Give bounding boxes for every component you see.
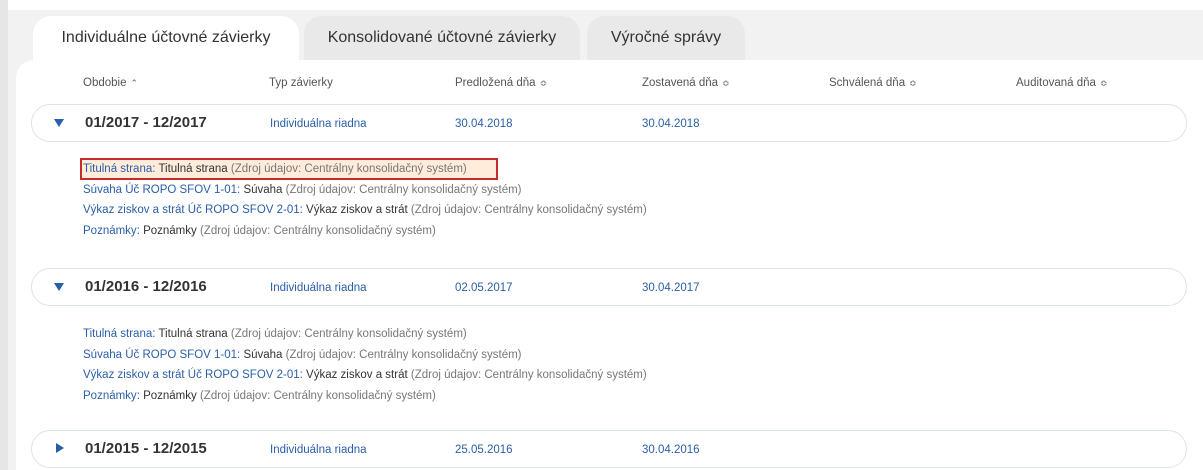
- list-item: Výkaz ziskov a strát Úč ROPO SFOV 2-01: …: [83, 365, 647, 386]
- list-item: Titulná strana: Titulná strana (Zdroj úd…: [83, 324, 647, 345]
- doc-source: (Zdroj údajov: Centrálny konsolidačný sy…: [199, 224, 436, 237]
- doc-link[interactable]: Poznámky: [83, 225, 137, 237]
- doc-name: Výkaz ziskov a strát: [306, 369, 408, 381]
- list-item: Súvaha Úč ROPO SFOV 1-01: Súvaha (Zdroj …: [83, 180, 647, 201]
- row-zostavena: 30.04.2017: [642, 282, 700, 294]
- list-item: Poznámky: Poznámky (Zdroj údajov: Centrá…: [83, 386, 647, 407]
- row-predlozena: 02.05.2017: [455, 282, 513, 294]
- table-row-2015[interactable]: 01/2015 - 12/2015 Individuálna riadna 25…: [31, 430, 1187, 468]
- doc-name: Súvaha: [243, 348, 283, 361]
- tab-vyrocne-spravy[interactable]: Výročné správy: [587, 16, 745, 60]
- list-item: Poznámky: Poznámky (Zdroj údajov: Centrá…: [83, 221, 647, 242]
- expand-arrow-down-icon[interactable]: [54, 119, 64, 127]
- doc-name: Poznámky: [143, 389, 197, 402]
- row-predlozena: 25.05.2016: [455, 444, 513, 456]
- row-period: 01/2017 - 12/2017: [85, 114, 207, 131]
- row-type: Individuálna riadna: [270, 444, 367, 456]
- doc-source: (Zdroj údajov: Centrálny konsolidačný sy…: [230, 328, 467, 340]
- doc-link[interactable]: Súvaha Úč ROPO SFOV 1-01: [83, 349, 237, 361]
- row-period: 01/2015 - 12/2015: [85, 440, 207, 457]
- tab-individualne[interactable]: Individuálne účtovné závierky: [33, 16, 299, 60]
- col-header-schvalena[interactable]: Schválená dňa ≎: [829, 77, 917, 89]
- row-zostavena: 30.04.2018: [642, 118, 700, 130]
- doc-link[interactable]: Výkaz ziskov a strát Úč ROPO SFOV 2-01: [83, 204, 300, 216]
- doc-name: Titulná strana: [158, 328, 228, 340]
- list-item: Súvaha Úč ROPO SFOV 1-01: Súvaha (Zdroj …: [83, 345, 647, 366]
- doc-link[interactable]: Titulná strana: [83, 328, 152, 340]
- doc-source: (Zdroj údajov: Centrálny konsolidačný sy…: [230, 163, 467, 175]
- doc-source: (Zdroj údajov: Centrálny konsolidačný sy…: [285, 348, 522, 361]
- tab-konsolidovane[interactable]: Konsolidované účtovné závierky: [304, 16, 580, 60]
- col-header-schvalena-label: Schválená dňa: [829, 77, 906, 89]
- doc-name: Poznámky: [143, 224, 197, 237]
- sort-icon: ≎: [909, 78, 917, 88]
- col-header-zostavena[interactable]: Zostavená dňa ≎: [642, 77, 730, 89]
- table-row-2016[interactable]: 01/2016 - 12/2016 Individuálna riadna 02…: [31, 268, 1187, 306]
- col-header-obdobie-label: Obdobie: [83, 77, 127, 89]
- row-type: Individuálna riadna: [270, 118, 367, 130]
- col-header-zostavena-label: Zostavená dňa: [642, 77, 719, 89]
- doc-list-2017: Titulná strana: Titulná strana (Zdroj úd…: [83, 159, 647, 241]
- list-item: Titulná strana: Titulná strana (Zdroj úd…: [83, 159, 647, 180]
- col-header-predlozena-label: Predložená dňa: [455, 77, 536, 89]
- sort-icon: ≎: [539, 78, 548, 88]
- row-zostavena: 30.04.2016: [642, 444, 700, 456]
- col-header-typ: Typ závierky: [269, 77, 333, 89]
- doc-source: (Zdroj údajov: Centrálny konsolidačný sy…: [410, 369, 647, 381]
- sort-icon: ≎: [1099, 78, 1108, 88]
- left-edge: [0, 0, 8, 470]
- row-predlozena: 30.04.2018: [455, 118, 513, 130]
- col-header-auditovana-label: Auditovaná dňa: [1016, 77, 1096, 89]
- col-header-predlozena[interactable]: Predložená dňa ≎: [455, 77, 547, 89]
- list-item: Výkaz ziskov a strát Úč ROPO SFOV 2-01: …: [83, 200, 647, 221]
- row-type: Individuálna riadna: [270, 282, 367, 294]
- doc-name: Titulná strana: [158, 163, 228, 175]
- doc-source: (Zdroj údajov: Centrálny konsolidačný sy…: [285, 183, 522, 196]
- doc-list-2016: Titulná strana: Titulná strana (Zdroj úd…: [83, 324, 647, 406]
- sort-icon: ≎: [722, 78, 730, 88]
- doc-link[interactable]: Výkaz ziskov a strát Úč ROPO SFOV 2-01: [83, 369, 300, 381]
- doc-link[interactable]: Titulná strana: [83, 163, 152, 175]
- row-period: 01/2016 - 12/2016: [85, 278, 207, 295]
- table-row-2017[interactable]: 01/2017 - 12/2017 Individuálna riadna 30…: [31, 104, 1187, 142]
- expand-arrow-right-icon[interactable]: [56, 443, 64, 453]
- col-header-obdobie[interactable]: Obdobie ⌃: [83, 77, 138, 89]
- doc-name: Súvaha: [243, 183, 283, 196]
- doc-source: (Zdroj údajov: Centrálny konsolidačný sy…: [410, 204, 647, 216]
- doc-name: Výkaz ziskov a strát: [306, 204, 408, 216]
- expand-arrow-down-icon[interactable]: [54, 283, 64, 291]
- col-header-auditovana[interactable]: Auditovaná dňa ≎: [1016, 77, 1107, 89]
- doc-source: (Zdroj údajov: Centrálny konsolidačný sy…: [199, 389, 436, 402]
- doc-link[interactable]: Poznámky: [83, 390, 137, 402]
- sort-asc-icon: ⌃: [130, 78, 139, 88]
- doc-link[interactable]: Súvaha Úč ROPO SFOV 1-01: [83, 184, 237, 196]
